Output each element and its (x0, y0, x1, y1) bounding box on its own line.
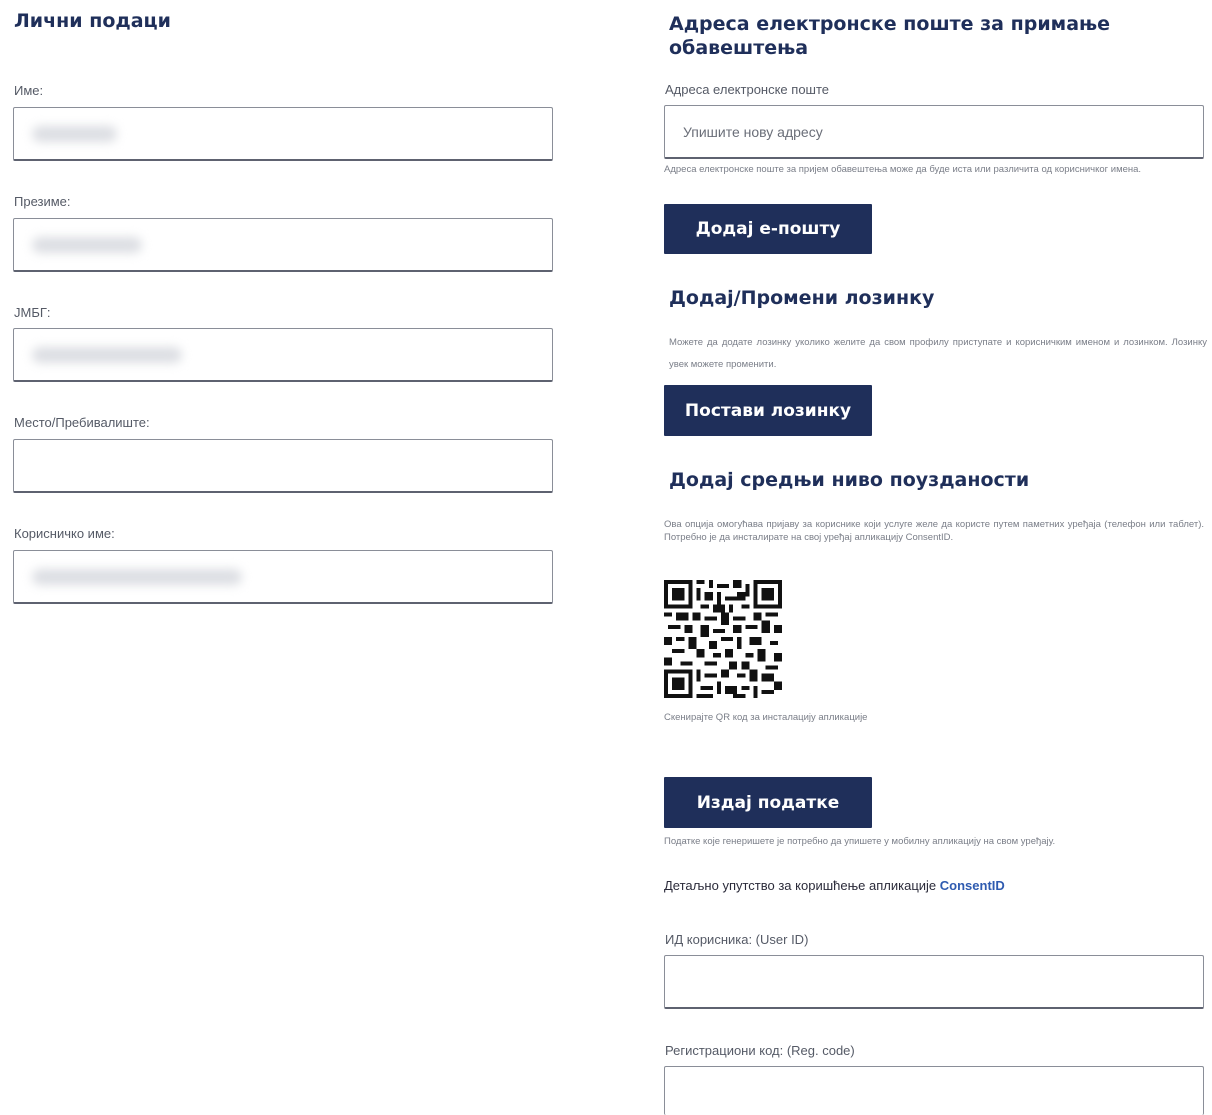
email-placeholder: Упишите нову адресу (683, 123, 823, 140)
last-name-label: Презиме: (14, 194, 71, 209)
first-name-field[interactable] (13, 107, 553, 161)
set-password-button[interactable]: Постави лозинку (664, 385, 872, 436)
reg-code-field[interactable] (664, 1066, 1204, 1115)
password-section-title: Додај/Промени лозинку (669, 287, 935, 309)
email-title-line1: Адреса електронске поште за примање (669, 13, 1111, 35)
guide-line: Детаљно упутство за коришћење апликације… (664, 878, 1005, 893)
email-input[interactable]: Упишите нову адресу (664, 105, 1204, 159)
jmbg-label: ЈМБГ: (14, 305, 51, 320)
residence-label: Место/Пребивалиште: (14, 415, 150, 430)
username-label: Корисничко име: (14, 526, 115, 541)
issue-data-button[interactable]: Издај податке (664, 777, 872, 828)
guide-text: Детаљно упутство за коришћење апликације (664, 878, 937, 893)
redacted-value (32, 346, 182, 363)
redacted-value (32, 568, 242, 585)
email-title-line2: обавештења (669, 37, 809, 59)
email-help-text: Адреса електронске поште за пријем обаве… (664, 164, 1142, 175)
reg-code-label: Регистрациони код: (Reg. code) (665, 1043, 855, 1058)
redacted-value (32, 236, 142, 253)
consentid-link[interactable]: ConsentID (940, 878, 1005, 893)
qr-caption: Скенирајте QR код за инсталацију апликац… (664, 712, 868, 723)
redacted-value (32, 125, 117, 142)
password-description: Можете да додате лозинку уколико желите … (669, 337, 1207, 370)
user-id-field[interactable] (664, 955, 1204, 1009)
personal-data-title: Лични подаци (14, 10, 171, 32)
email-field-label: Адреса електронске поште (665, 82, 830, 97)
residence-field[interactable] (13, 439, 553, 493)
assurance-description: Ова опција омогућава пријаву за корисник… (664, 519, 1204, 543)
qr-code-icon (664, 580, 782, 698)
username-field[interactable] (13, 550, 553, 604)
jmbg-field[interactable] (13, 328, 553, 382)
add-email-button[interactable]: Додај е-пошту (664, 204, 872, 254)
assurance-section-title: Додај средњи ниво поузданости (669, 469, 1030, 491)
data-note: Податке које генеришете је потребно да у… (664, 836, 1056, 847)
email-section-title: Адреса електронске поште за примање обав… (669, 12, 1110, 60)
last-name-field[interactable] (13, 218, 553, 272)
first-name-label: Име: (14, 83, 44, 98)
user-id-label: ИД корисника: (User ID) (665, 932, 809, 947)
